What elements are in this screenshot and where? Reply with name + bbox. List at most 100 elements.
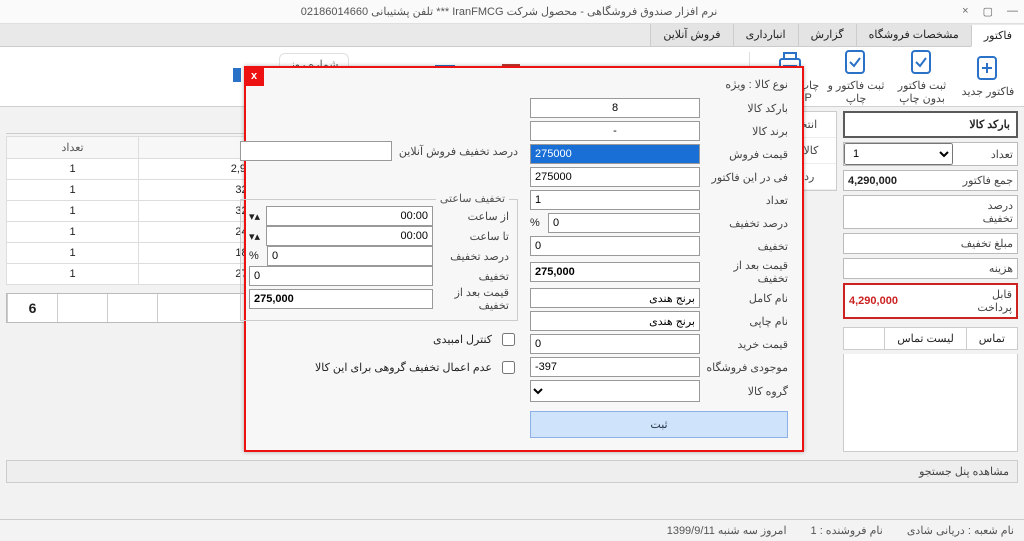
cell-qty: 1 <box>7 264 139 285</box>
sum-label: جمع فاکتور <box>953 171 1017 190</box>
print-name-label: نام چاپی <box>706 315 788 328</box>
ribbon-tabs: فاکتور مشخصات فروشگاه گزارش انبارداری فر… <box>0 24 1024 47</box>
toolbar-save-print-label: ثبت فاکتور و چاپ <box>828 80 885 105</box>
toolbar-save-noprint[interactable]: ثبت فاکتور بدون چاپ <box>892 49 952 105</box>
modal-close-button[interactable]: x <box>244 66 264 86</box>
disc-pct-input[interactable] <box>548 213 700 233</box>
field-print-name: نام چاپی <box>530 311 788 331</box>
field-fee: فی در این فاکتور <box>530 167 788 187</box>
after-disc-input[interactable] <box>530 262 700 282</box>
tab-online-sale[interactable]: فروش آنلاین <box>650 24 732 46</box>
qty-select[interactable]: 1 <box>844 143 953 165</box>
spinner-icon[interactable]: ▴▾ <box>249 230 260 243</box>
window-title: نرم افزار صندوق فروشگاهی - محصول شرکت Ir… <box>56 5 962 18</box>
contact-body <box>843 354 1018 452</box>
payable-box: قابل پرداخت 4,290,000 <box>843 283 1018 319</box>
from-time-input[interactable] <box>266 206 433 226</box>
window-maximize[interactable]: ▢ <box>983 5 993 18</box>
chk-no-group-disc-input[interactable] <box>502 361 515 374</box>
sell-price-label: قیمت فروش <box>706 148 788 161</box>
fee-input[interactable] <box>530 167 700 187</box>
barcode-input[interactable] <box>530 98 700 118</box>
field-h-disc: تخفیف <box>249 266 509 286</box>
summary-panel: بارکد کالا تعداد 1 جمع فاکتور 4,290,000 … <box>843 111 1018 452</box>
window-minimize[interactable]: — <box>1007 5 1018 18</box>
product-type-label: نوع کالا : ویژه <box>530 78 788 91</box>
online-disc-input[interactable] <box>240 141 392 161</box>
pct-suffix: % <box>530 217 542 229</box>
field-h-after: قیمت بعد از تخفیف <box>249 286 509 312</box>
field-sell-price: قیمت فروش <box>530 144 788 164</box>
status-branch: نام شعبه : دریانی شادی <box>907 524 1014 537</box>
print-name-input[interactable] <box>530 311 700 331</box>
payable-value: 4,290,000 <box>845 292 952 310</box>
barcode-input-box[interactable]: بارکد کالا <box>843 111 1018 138</box>
field-from-time: از ساعت▴▾ <box>249 206 509 226</box>
cell-qty: 1 <box>7 222 139 243</box>
grid-col-qty[interactable]: تعداد <box>7 137 139 159</box>
cost-box: هزینه <box>843 258 1018 279</box>
field-buy-price: قیمت خرید <box>530 334 788 354</box>
chk-no-group-disc[interactable]: عدم اعمال تخفیف گروهی برای این کالا <box>240 358 518 377</box>
disc-amt-value <box>844 241 953 247</box>
toolbar-new-invoice[interactable]: فاکتور جدید <box>958 55 1018 98</box>
cell-qty: 1 <box>7 243 139 264</box>
window-close[interactable]: × <box>962 5 968 18</box>
sum-box: جمع فاکتور 4,290,000 <box>843 170 1018 191</box>
field-online-disc: درصد تخفیف فروش آنلاین <box>240 141 518 161</box>
group-label: گروه کالا <box>706 385 788 398</box>
full-name-input[interactable] <box>530 288 700 308</box>
field-full-name: نام کامل <box>530 288 788 308</box>
buy-price-input[interactable] <box>530 334 700 354</box>
tab-inventory[interactable]: انبارداری <box>733 24 798 46</box>
doc-plus-icon <box>974 55 1002 81</box>
group-select[interactable] <box>530 380 700 402</box>
field-barcode: بارکد کالا <box>530 98 788 118</box>
cell-qty: 1 <box>7 180 139 201</box>
stock-input[interactable] <box>530 357 700 377</box>
status-today: امروز سه شنبه 1399/9/11 <box>667 524 787 537</box>
toolbar-save-print[interactable]: ثبت فاکتور و چاپ <box>826 49 886 105</box>
spinner-icon[interactable]: ▴▾ <box>249 210 260 223</box>
field-disc: تخفیف <box>530 236 788 256</box>
field-disc-pct: درصد تخفیف% <box>530 213 788 233</box>
tab-reports[interactable]: گزارش <box>798 24 856 46</box>
tab-invoice[interactable]: فاکتور <box>971 25 1024 47</box>
titlebar: — ▢ × نرم افزار صندوق فروشگاهی - محصول ش… <box>0 0 1024 24</box>
to-time-input[interactable] <box>266 226 433 246</box>
sell-price-input[interactable] <box>530 144 700 164</box>
h-disc-label: تخفیف <box>439 270 509 283</box>
field-stock: موجودی فروشگاه <box>530 357 788 377</box>
qty-input[interactable] <box>530 190 700 210</box>
disc-label: تخفیف <box>706 240 788 253</box>
chk-no-group-disc-label: عدم اعمال تخفیف گروهی برای این کالا <box>315 361 492 374</box>
h-disc-input[interactable] <box>249 266 433 286</box>
brand-input[interactable] <box>530 121 700 141</box>
cell-qty: 1 <box>7 201 139 222</box>
qty-label: تعداد <box>706 194 788 207</box>
doc-check-icon <box>842 49 870 75</box>
tab-store-info[interactable]: مشخصات فروشگاه <box>856 24 971 46</box>
search-panel-toggle[interactable]: مشاهده پنل جستجو <box>6 460 1018 483</box>
contact-tab[interactable]: تماس <box>966 328 1017 349</box>
buy-price-label: قیمت خرید <box>706 338 788 351</box>
doc-check-icon <box>908 49 936 75</box>
hourly-group-title: تخفیف ساعتی <box>436 192 509 205</box>
chk-embedded[interactable]: کنترل امبیدی <box>240 330 518 349</box>
submit-button[interactable]: ثبت <box>530 411 788 438</box>
contact-list-tab[interactable]: لیست تماس <box>884 328 966 349</box>
online-disc-label: درصد تخفیف فروش آنلاین <box>398 145 518 158</box>
stock-label: موجودی فروشگاه <box>706 361 788 374</box>
h-after-label: قیمت بعد از تخفیف <box>439 286 509 312</box>
h-disc-pct-input[interactable] <box>267 246 433 266</box>
cost-value <box>844 266 953 272</box>
full-name-label: نام کامل <box>706 292 788 305</box>
h-after-input[interactable] <box>249 289 433 309</box>
chk-embedded-input[interactable] <box>502 333 515 346</box>
sum-value: 4,290,000 <box>844 172 953 190</box>
fee-label: فی در این فاکتور <box>706 171 788 184</box>
field-brand: برند کالا <box>530 121 788 141</box>
after-disc-label: قیمت بعد از تخفیف <box>706 259 788 285</box>
field-group: گروه کالا <box>530 380 788 402</box>
disc-input[interactable] <box>530 236 700 256</box>
